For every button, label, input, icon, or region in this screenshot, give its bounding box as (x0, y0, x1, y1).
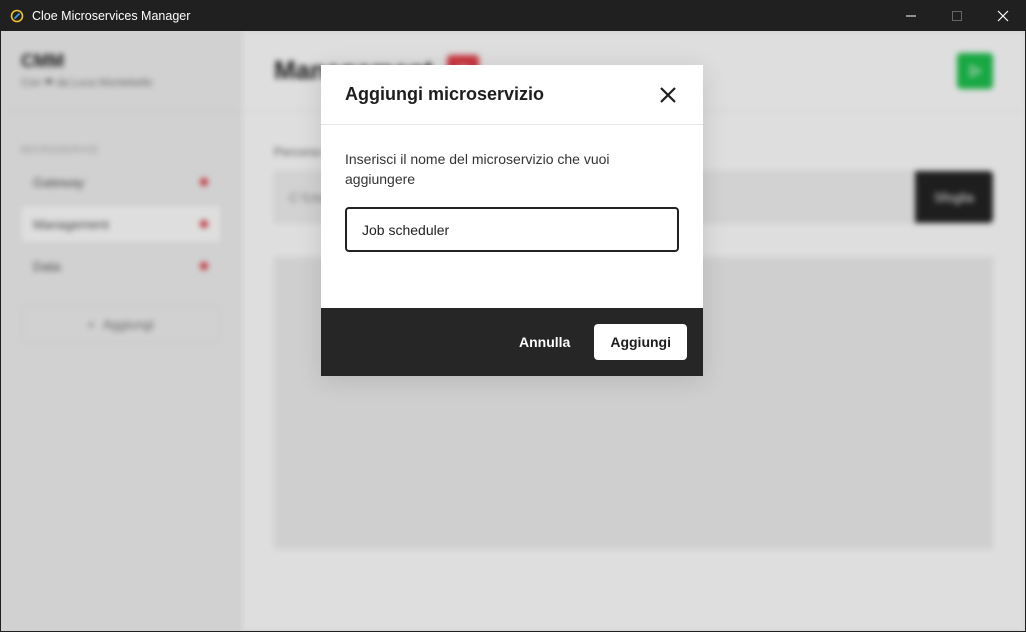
dialog-body: Inserisci il nome del microservizio che … (321, 125, 703, 252)
close-window-button[interactable] (980, 0, 1026, 31)
add-microservice-dialog: Aggiungi microservizio Inserisci il nome… (321, 65, 703, 376)
maximize-button[interactable] (934, 0, 980, 31)
title-bar: Cloe Microservices Manager (0, 0, 1026, 31)
dialog-close-button[interactable] (657, 84, 679, 106)
minimize-button[interactable] (888, 0, 934, 31)
close-icon (660, 86, 676, 103)
window-title: Cloe Microservices Manager (32, 8, 191, 23)
close-icon (997, 10, 1009, 21)
microservice-name-input[interactable] (345, 207, 679, 252)
dialog-title: Aggiungi microservizio (345, 84, 545, 104)
minimize-icon (906, 15, 916, 16)
cancel-button[interactable]: Annulla (519, 334, 570, 350)
confirm-add-button[interactable]: Aggiungi (594, 324, 687, 360)
dialog-description: Inserisci il nome del microservizio che … (345, 151, 610, 187)
dialog-footer: Annulla Aggiungi (321, 308, 703, 376)
maximize-icon (952, 10, 962, 21)
app-logo-icon (10, 9, 24, 23)
dialog-header: Aggiungi microservizio (321, 65, 703, 125)
